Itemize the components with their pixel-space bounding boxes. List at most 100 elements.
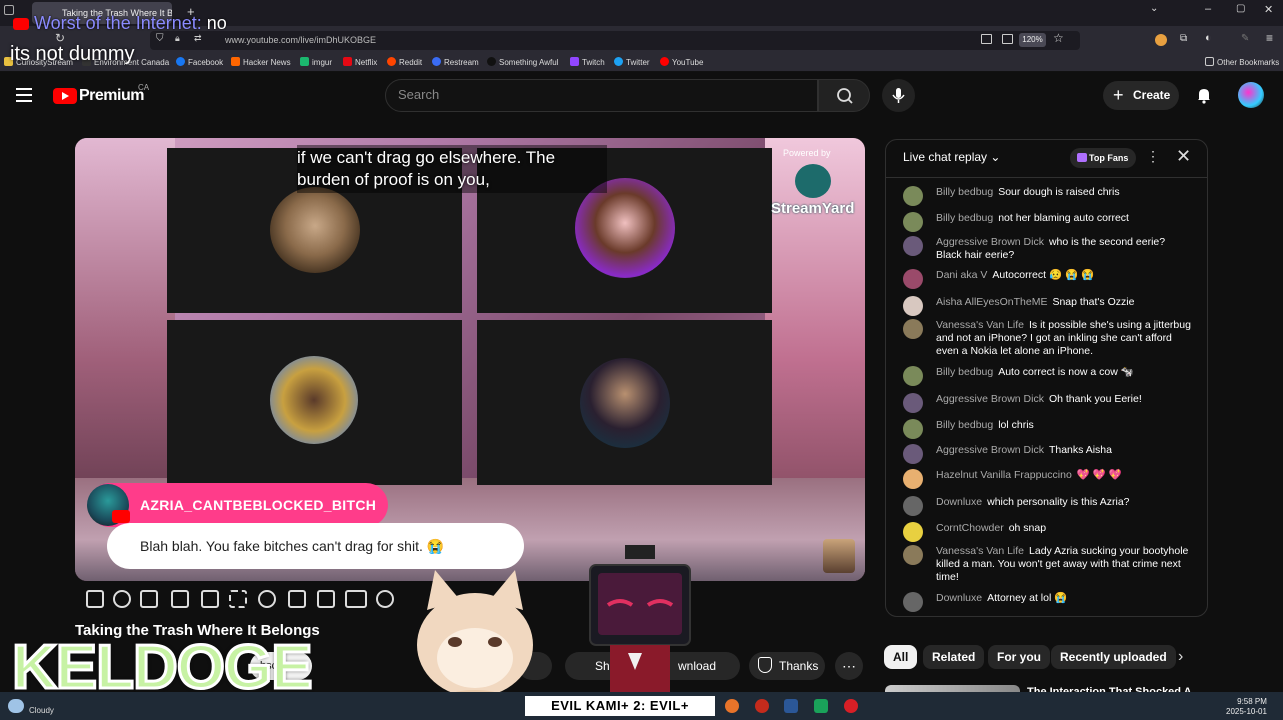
pen-icon[interactable]: ✎ <box>1241 33 1249 44</box>
keyboard-icon[interactable] <box>345 590 367 608</box>
chip-all[interactable]: All <box>884 645 918 669</box>
bookmark-restream[interactable]: Restream <box>432 55 479 71</box>
bookmark-star-icon[interactable]: ☆ <box>1053 31 1064 45</box>
picture-in-picture-icon[interactable] <box>1002 34 1013 44</box>
chat-author-avatar[interactable] <box>903 393 923 413</box>
clip-icon[interactable] <box>171 590 189 608</box>
crop-icon[interactable] <box>229 590 247 608</box>
bookmark-facebook[interactable]: Facebook <box>176 55 223 71</box>
chat-message: Aggressive Brown Dick Thanks Aisha <box>903 444 1193 464</box>
theater-icon[interactable] <box>201 590 219 608</box>
cast-icon[interactable] <box>140 590 158 608</box>
firefox-taskbar-icon[interactable] <box>725 699 739 713</box>
chat-author-name[interactable]: Downluxe <box>936 496 982 508</box>
chat-author-name[interactable]: Dani aka V <box>936 269 987 281</box>
youtube-premium-logo[interactable]: Premium <box>79 87 144 105</box>
youtube-logo-icon[interactable] <box>53 88 77 104</box>
lock-icon[interactable]: 🔒︎ <box>175 33 180 44</box>
reader-view-icon[interactable] <box>981 34 992 44</box>
chat-author-avatar[interactable] <box>903 269 923 289</box>
comment-banner: Blah blah. You fake bitches can't drag f… <box>107 523 524 569</box>
chip-for-you[interactable]: For you <box>988 645 1050 669</box>
speed-icon[interactable] <box>258 590 276 608</box>
chat-author-name[interactable]: Aggressive Brown Dick <box>936 444 1044 456</box>
chat-author-avatar[interactable] <box>903 469 923 489</box>
chat-author-avatar[interactable] <box>903 319 923 339</box>
chat-author-avatar[interactable] <box>903 444 923 464</box>
chat-author-avatar[interactable] <box>903 419 923 439</box>
more-actions-button[interactable]: ⋯ <box>835 652 863 680</box>
chip-related[interactable]: Related <box>923 645 985 669</box>
chat-author-avatar[interactable] <box>903 545 923 565</box>
chat-author-name[interactable]: Downluxe <box>936 592 982 604</box>
app-taskbar-icon[interactable] <box>755 699 769 713</box>
minimize-icon[interactable]: – <box>1205 3 1211 15</box>
taskbar-clock[interactable]: 9:58 PM 2025-10-01 <box>1226 697 1267 717</box>
chat-close-icon[interactable]: ✕ <box>1176 146 1191 166</box>
app-menu-icon[interactable]: ≡ <box>1266 31 1273 45</box>
bookmark-something-awful[interactable]: Something Awful <box>487 55 558 71</box>
chat-author-name[interactable]: Billy bedbug <box>936 186 993 198</box>
shield-icon[interactable]: ⛉ <box>156 33 164 44</box>
sidebar-toggle-icon[interactable] <box>4 5 14 15</box>
voice-search-button[interactable] <box>882 79 915 112</box>
overlay-chat-text: no <box>206 13 227 33</box>
zoom-level[interactable]: 120% <box>1019 33 1046 47</box>
hamburger-menu-icon[interactable] <box>16 88 32 102</box>
recorder-taskbar-icon[interactable] <box>844 699 858 713</box>
search-placeholder: Search <box>398 87 440 102</box>
add-icon[interactable] <box>288 590 306 608</box>
bookmark-reddit[interactable]: Reddit <box>387 55 422 71</box>
settings-gear-icon[interactable] <box>376 590 394 608</box>
chat-author-name[interactable]: CorntChowder <box>936 522 1004 534</box>
tab-list-icon[interactable]: ⌄ <box>1150 3 1158 14</box>
bookmark-hacker-news[interactable]: Hacker News <box>231 55 291 71</box>
live-chat-title[interactable]: Live chat replay ⌄ <box>903 150 1000 164</box>
maximize-icon[interactable]: ▢ <box>1236 3 1245 14</box>
chat-author-name[interactable]: Vanessa's Van Life <box>936 545 1024 557</box>
extensions-puzzle-icon[interactable]: ⧉ <box>1180 33 1187 44</box>
chevron-right-icon[interactable]: › <box>1178 648 1183 666</box>
weather-icon[interactable] <box>8 699 24 713</box>
chat-author-avatar[interactable] <box>903 496 923 516</box>
chat-author-name[interactable]: Billy bedbug <box>936 212 993 224</box>
bookmark-twitter[interactable]: Twitter <box>614 55 650 71</box>
bookmark-imgur[interactable]: imgur <box>300 55 332 71</box>
chat-author-avatar[interactable] <box>903 366 923 386</box>
chat-author-avatar[interactable] <box>903 186 923 206</box>
chat-message: Aggressive Brown Dick Oh thank you Eerie! <box>903 393 1193 413</box>
bookmark-netflix[interactable]: Netflix <box>343 55 377 71</box>
loop-icon[interactable] <box>86 590 104 608</box>
user-avatar[interactable] <box>1238 82 1264 108</box>
chat-author-name[interactable]: Vanessa's Van Life <box>936 319 1024 331</box>
permissions-icon[interactable]: ⇄ <box>194 33 202 44</box>
chat-author-avatar[interactable] <box>903 522 923 542</box>
chat-author-avatar[interactable] <box>903 296 923 316</box>
word-taskbar-icon[interactable] <box>784 699 798 713</box>
audio-icon[interactable] <box>113 590 131 608</box>
bookmark-youtube[interactable]: YouTube <box>660 55 703 71</box>
chat-author-name[interactable]: Billy bedbug <box>936 366 993 378</box>
screenshot-icon[interactable] <box>317 590 335 608</box>
url-text[interactable]: www.youtube.com/live/imDhUKOBGE <box>225 31 376 50</box>
chat-author-avatar[interactable] <box>903 592 923 612</box>
chat-author-name[interactable]: Aisha AllEyesOnTheME <box>936 296 1047 308</box>
chat-author-name[interactable]: Aggressive Brown Dick <box>936 236 1044 248</box>
close-window-icon[interactable]: ✕ <box>1264 3 1273 16</box>
chat-more-icon[interactable]: ⋮ <box>1146 148 1160 165</box>
notifications-bell-icon[interactable] <box>1195 86 1213 104</box>
weather-label[interactable]: Cloudy <box>29 706 54 715</box>
other-bookmarks[interactable]: Other Bookmarks <box>1205 55 1279 71</box>
chat-author-avatar[interactable] <box>903 212 923 232</box>
account-icon[interactable]: ◐ <box>1205 32 1212 44</box>
chat-author-name[interactable]: Aggressive Brown Dick <box>936 393 1044 405</box>
chip-recently-uploaded[interactable]: Recently uploaded <box>1051 645 1176 669</box>
chat-author-avatar[interactable] <box>903 236 923 256</box>
chat-author-name[interactable]: Hazelnut Vanilla Frappuccino <box>936 469 1072 481</box>
app-taskbar-icon-2[interactable] <box>814 699 828 713</box>
bookmark-twitch[interactable]: Twitch <box>570 55 605 71</box>
search-input[interactable] <box>385 79 818 112</box>
chat-author-name[interactable]: Billy bedbug <box>936 419 993 431</box>
search-button[interactable] <box>818 79 870 112</box>
extension-icon[interactable] <box>1155 34 1167 46</box>
